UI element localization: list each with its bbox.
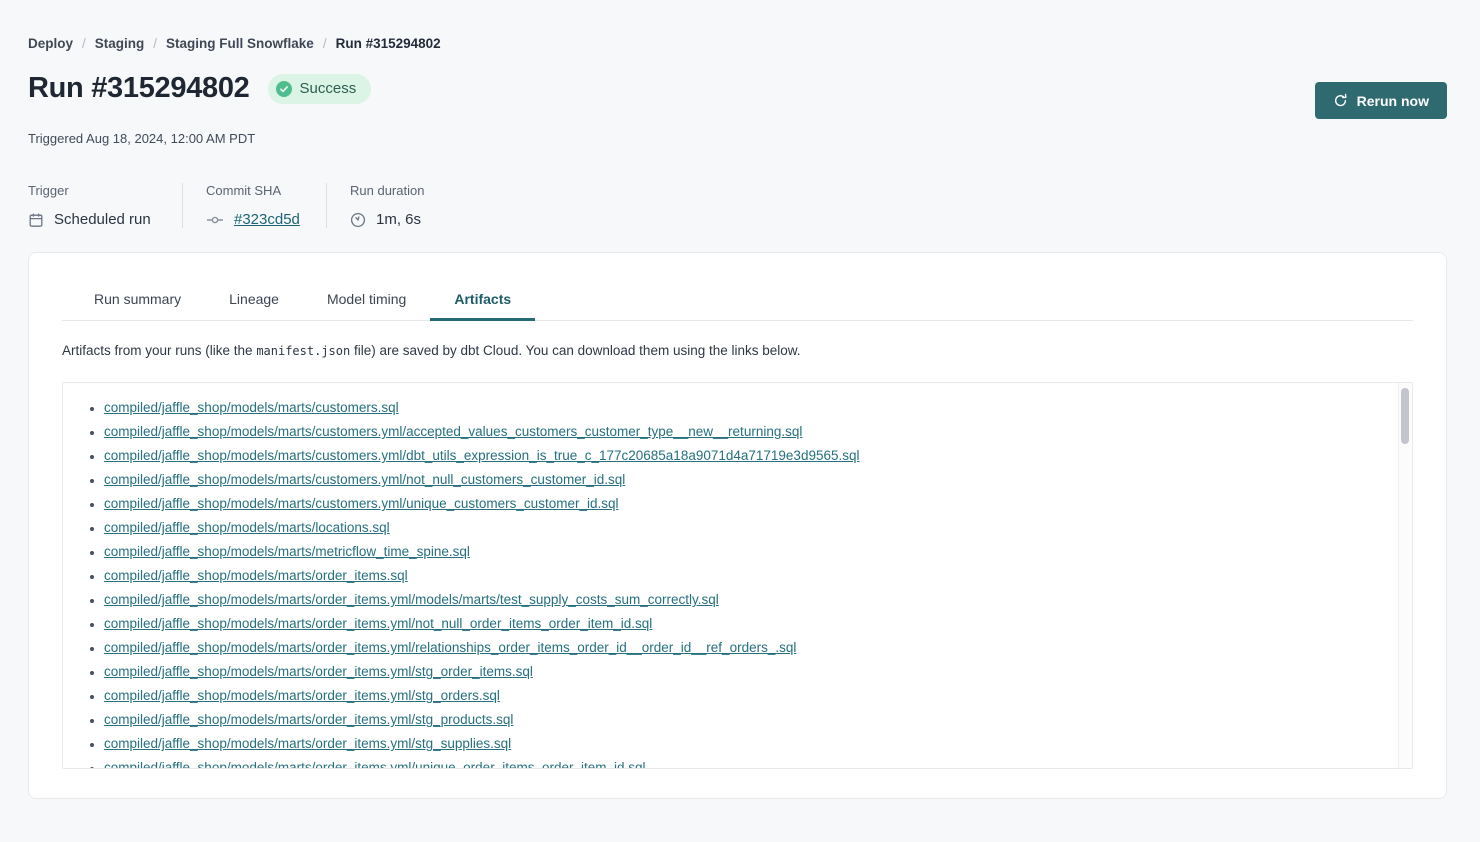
header-row: Run #315294802 Success Rerun now bbox=[28, 72, 1447, 119]
run-detail-card: Run summary Lineage Model timing Artifac… bbox=[28, 252, 1447, 799]
tab-run-summary[interactable]: Run summary bbox=[70, 277, 205, 320]
tab-lineage[interactable]: Lineage bbox=[205, 277, 303, 320]
artifacts-description-suffix: file) are saved by dbt Cloud. You can do… bbox=[350, 343, 800, 358]
list-item: compiled/jaffle_shop/models/marts/order_… bbox=[104, 712, 1392, 736]
breadcrumb-staging-full-snowflake[interactable]: Staging Full Snowflake bbox=[166, 36, 314, 51]
commit-sha-label: Commit SHA bbox=[206, 183, 298, 198]
breadcrumb-separator: / bbox=[153, 36, 157, 51]
status-badge-label: Success bbox=[300, 80, 357, 97]
list-item: compiled/jaffle_shop/models/marts/custom… bbox=[104, 424, 1392, 448]
calendar-icon bbox=[28, 212, 44, 228]
list-item: compiled/jaffle_shop/models/marts/order_… bbox=[104, 592, 1392, 616]
artifact-file-link[interactable]: compiled/jaffle_shop/models/marts/metric… bbox=[104, 544, 470, 559]
file-list-scrollbar-track[interactable] bbox=[1398, 383, 1412, 768]
clock-icon bbox=[350, 212, 366, 228]
git-commit-icon bbox=[206, 214, 224, 226]
meta-commit: Commit SHA #323cd5d bbox=[183, 183, 327, 228]
triggered-timestamp: Triggered Aug 18, 2024, 12:00 AM PDT bbox=[28, 131, 1447, 146]
meta-duration: Run duration 1m, 6s bbox=[327, 183, 452, 228]
list-item: compiled/jaffle_shop/models/marts/custom… bbox=[104, 496, 1392, 520]
artifact-file-link[interactable]: compiled/jaffle_shop/models/marts/order_… bbox=[104, 568, 408, 583]
artifact-file-box: compiled/jaffle_shop/models/marts/custom… bbox=[62, 382, 1413, 769]
trigger-value: Scheduled run bbox=[54, 211, 151, 228]
tab-bar: Run summary Lineage Model timing Artifac… bbox=[70, 277, 1413, 320]
artifact-file-link[interactable]: compiled/jaffle_shop/models/marts/custom… bbox=[104, 496, 618, 511]
breadcrumb-separator: / bbox=[82, 36, 86, 51]
rerun-now-button[interactable]: Rerun now bbox=[1315, 82, 1447, 119]
artifact-file-link[interactable]: compiled/jaffle_shop/models/marts/order_… bbox=[104, 640, 796, 655]
list-item: compiled/jaffle_shop/models/marts/order_… bbox=[104, 568, 1392, 592]
breadcrumb-staging[interactable]: Staging bbox=[95, 36, 145, 51]
commit-sha-link[interactable]: #323cd5d bbox=[234, 211, 300, 228]
list-item: compiled/jaffle_shop/models/marts/order_… bbox=[104, 688, 1392, 712]
refresh-icon bbox=[1333, 93, 1348, 108]
artifact-file-link[interactable]: compiled/jaffle_shop/models/marts/custom… bbox=[104, 472, 625, 487]
artifact-file-link[interactable]: compiled/jaffle_shop/models/marts/custom… bbox=[104, 424, 802, 439]
artifact-file-link[interactable]: compiled/jaffle_shop/models/marts/custom… bbox=[104, 448, 860, 463]
tab-model-timing[interactable]: Model timing bbox=[303, 277, 430, 320]
list-item: compiled/jaffle_shop/models/marts/order_… bbox=[104, 760, 1392, 769]
artifact-file-link[interactable]: compiled/jaffle_shop/models/marts/order_… bbox=[104, 760, 646, 769]
artifact-file-link[interactable]: compiled/jaffle_shop/models/marts/locati… bbox=[104, 520, 390, 535]
breadcrumb-deploy[interactable]: Deploy bbox=[28, 36, 73, 51]
run-duration-value: 1m, 6s bbox=[376, 211, 421, 228]
artifact-file-link[interactable]: compiled/jaffle_shop/models/marts/order_… bbox=[104, 688, 500, 703]
artifacts-description: Artifacts from your runs (like the manif… bbox=[62, 343, 1413, 358]
list-item: compiled/jaffle_shop/models/marts/custom… bbox=[104, 400, 1392, 424]
run-duration-label: Run duration bbox=[350, 183, 424, 198]
list-item: compiled/jaffle_shop/models/marts/order_… bbox=[104, 616, 1392, 640]
tabs-row: Run summary Lineage Model timing Artifac… bbox=[62, 277, 1413, 321]
run-meta-row: Trigger Scheduled run Commit SHA #323cd5… bbox=[28, 183, 1447, 228]
artifact-file-link[interactable]: compiled/jaffle_shop/models/marts/custom… bbox=[104, 400, 399, 415]
file-list-scrollbar-thumb[interactable] bbox=[1401, 388, 1409, 444]
list-item: compiled/jaffle_shop/models/marts/custom… bbox=[104, 448, 1392, 472]
success-check-icon bbox=[276, 81, 292, 97]
artifact-file-list: compiled/jaffle_shop/models/marts/custom… bbox=[63, 383, 1412, 769]
artifact-file-link[interactable]: compiled/jaffle_shop/models/marts/order_… bbox=[104, 736, 511, 751]
list-item: compiled/jaffle_shop/models/marts/order_… bbox=[104, 736, 1392, 760]
manifest-json-code: manifest.json bbox=[256, 344, 350, 358]
run-detail-page: Deploy / Staging / Staging Full Snowflak… bbox=[0, 0, 1480, 799]
list-item: compiled/jaffle_shop/models/marts/custom… bbox=[104, 472, 1392, 496]
artifacts-description-prefix: Artifacts from your runs (like the bbox=[62, 343, 256, 358]
list-item: compiled/jaffle_shop/models/marts/order_… bbox=[104, 640, 1392, 664]
breadcrumb-current-run: Run #315294802 bbox=[336, 36, 441, 51]
artifact-file-link[interactable]: compiled/jaffle_shop/models/marts/order_… bbox=[104, 664, 533, 679]
trigger-label: Trigger bbox=[28, 183, 154, 198]
artifact-file-link[interactable]: compiled/jaffle_shop/models/marts/order_… bbox=[104, 712, 513, 727]
list-item: compiled/jaffle_shop/models/marts/order_… bbox=[104, 664, 1392, 688]
breadcrumb: Deploy / Staging / Staging Full Snowflak… bbox=[28, 36, 1447, 51]
meta-trigger: Trigger Scheduled run bbox=[28, 183, 183, 228]
list-item: compiled/jaffle_shop/models/marts/metric… bbox=[104, 544, 1392, 568]
breadcrumb-separator: / bbox=[323, 36, 327, 51]
rerun-now-label: Rerun now bbox=[1357, 93, 1429, 109]
list-item: compiled/jaffle_shop/models/marts/locati… bbox=[104, 520, 1392, 544]
tab-artifacts[interactable]: Artifacts bbox=[430, 277, 535, 320]
status-badge: Success bbox=[268, 74, 372, 104]
artifact-file-link[interactable]: compiled/jaffle_shop/models/marts/order_… bbox=[104, 592, 719, 607]
artifact-file-link[interactable]: compiled/jaffle_shop/models/marts/order_… bbox=[104, 616, 652, 631]
page-title: Run #315294802 bbox=[28, 72, 250, 105]
